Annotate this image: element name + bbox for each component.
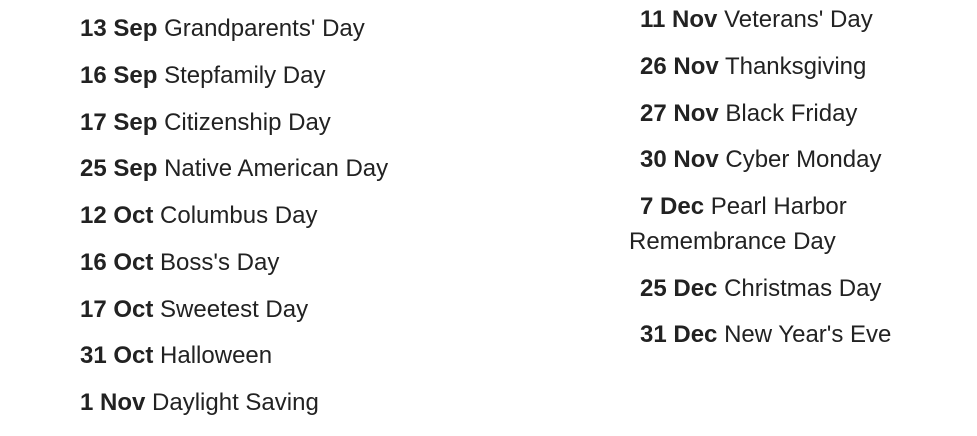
holiday-name: Citizenship Day [164,109,331,136]
holiday-name: Cyber Monday [725,146,882,173]
holiday-item: 12 Oct Columbus Day [80,198,317,233]
holiday-date: 25 Dec [640,275,718,302]
holiday-item: 25 Dec Christmas Day [629,271,881,306]
holiday-date: 26 Nov [640,53,719,80]
holiday-item: 27 Nov Black Friday [629,96,857,131]
holiday-name: New Year's Eve [724,321,892,348]
holiday-item: 13 Sep Grandparents' Day [80,11,365,46]
holiday-name: Sweetest Day [160,296,309,323]
holiday-name: Black Friday [725,100,858,127]
holiday-date: 25 Sep [80,155,158,182]
holiday-item: 16 Oct Boss's Day [80,245,279,280]
holiday-date: 1 Nov [80,389,146,416]
holiday-date: 30 Nov [640,146,719,173]
holiday-date: 12 Oct [80,202,154,229]
holiday-date: 31 Oct [80,342,154,369]
holiday-name: Veterans' Day [724,6,873,33]
holiday-date: 27 Nov [640,100,719,127]
holiday-item: 17 Sep Citizenship Day [80,105,331,140]
holiday-date: 7 Dec [640,193,705,220]
holiday-item: 16 Sep Stepfamily Day [80,58,325,93]
holiday-item: 31 Oct Halloween [80,338,272,373]
holiday-date: 13 Sep [80,15,158,42]
holiday-item: 25 Sep Native American Day [80,151,388,186]
holiday-name: Boss's Day [160,249,280,276]
holiday-name: Daylight Saving [152,389,319,416]
holiday-item: 17 Oct Sweetest Day [80,292,308,327]
holiday-date: 11 Nov [640,6,718,33]
holiday-name: Christmas Day [724,275,882,302]
holiday-date: 17 Oct [80,296,154,323]
holiday-date: 17 Sep [80,109,158,136]
holiday-name: Columbus Day [160,202,318,229]
holiday-item: 11 Nov Veterans' Day [629,2,873,37]
holiday-date: 16 Sep [80,62,158,89]
holiday-item: 26 Nov Thanksgiving [629,49,866,84]
holiday-item: 31 Dec New Year's Eve [629,317,891,352]
holiday-item: 7 Dec Pearl Harbor Remembrance Day [629,189,909,259]
holiday-name: Halloween [160,342,273,369]
holiday-name: Native American Day [164,155,389,182]
holiday-name: Stepfamily Day [164,62,326,89]
holiday-date: 31 Dec [640,321,718,348]
holiday-name: Grandparents' Day [164,15,365,42]
holiday-item: 1 Nov Daylight Saving [80,385,319,420]
holiday-name: Thanksgiving [724,53,867,80]
holiday-date: 16 Oct [80,249,154,276]
holiday-item: 30 Nov Cyber Monday [629,142,881,177]
